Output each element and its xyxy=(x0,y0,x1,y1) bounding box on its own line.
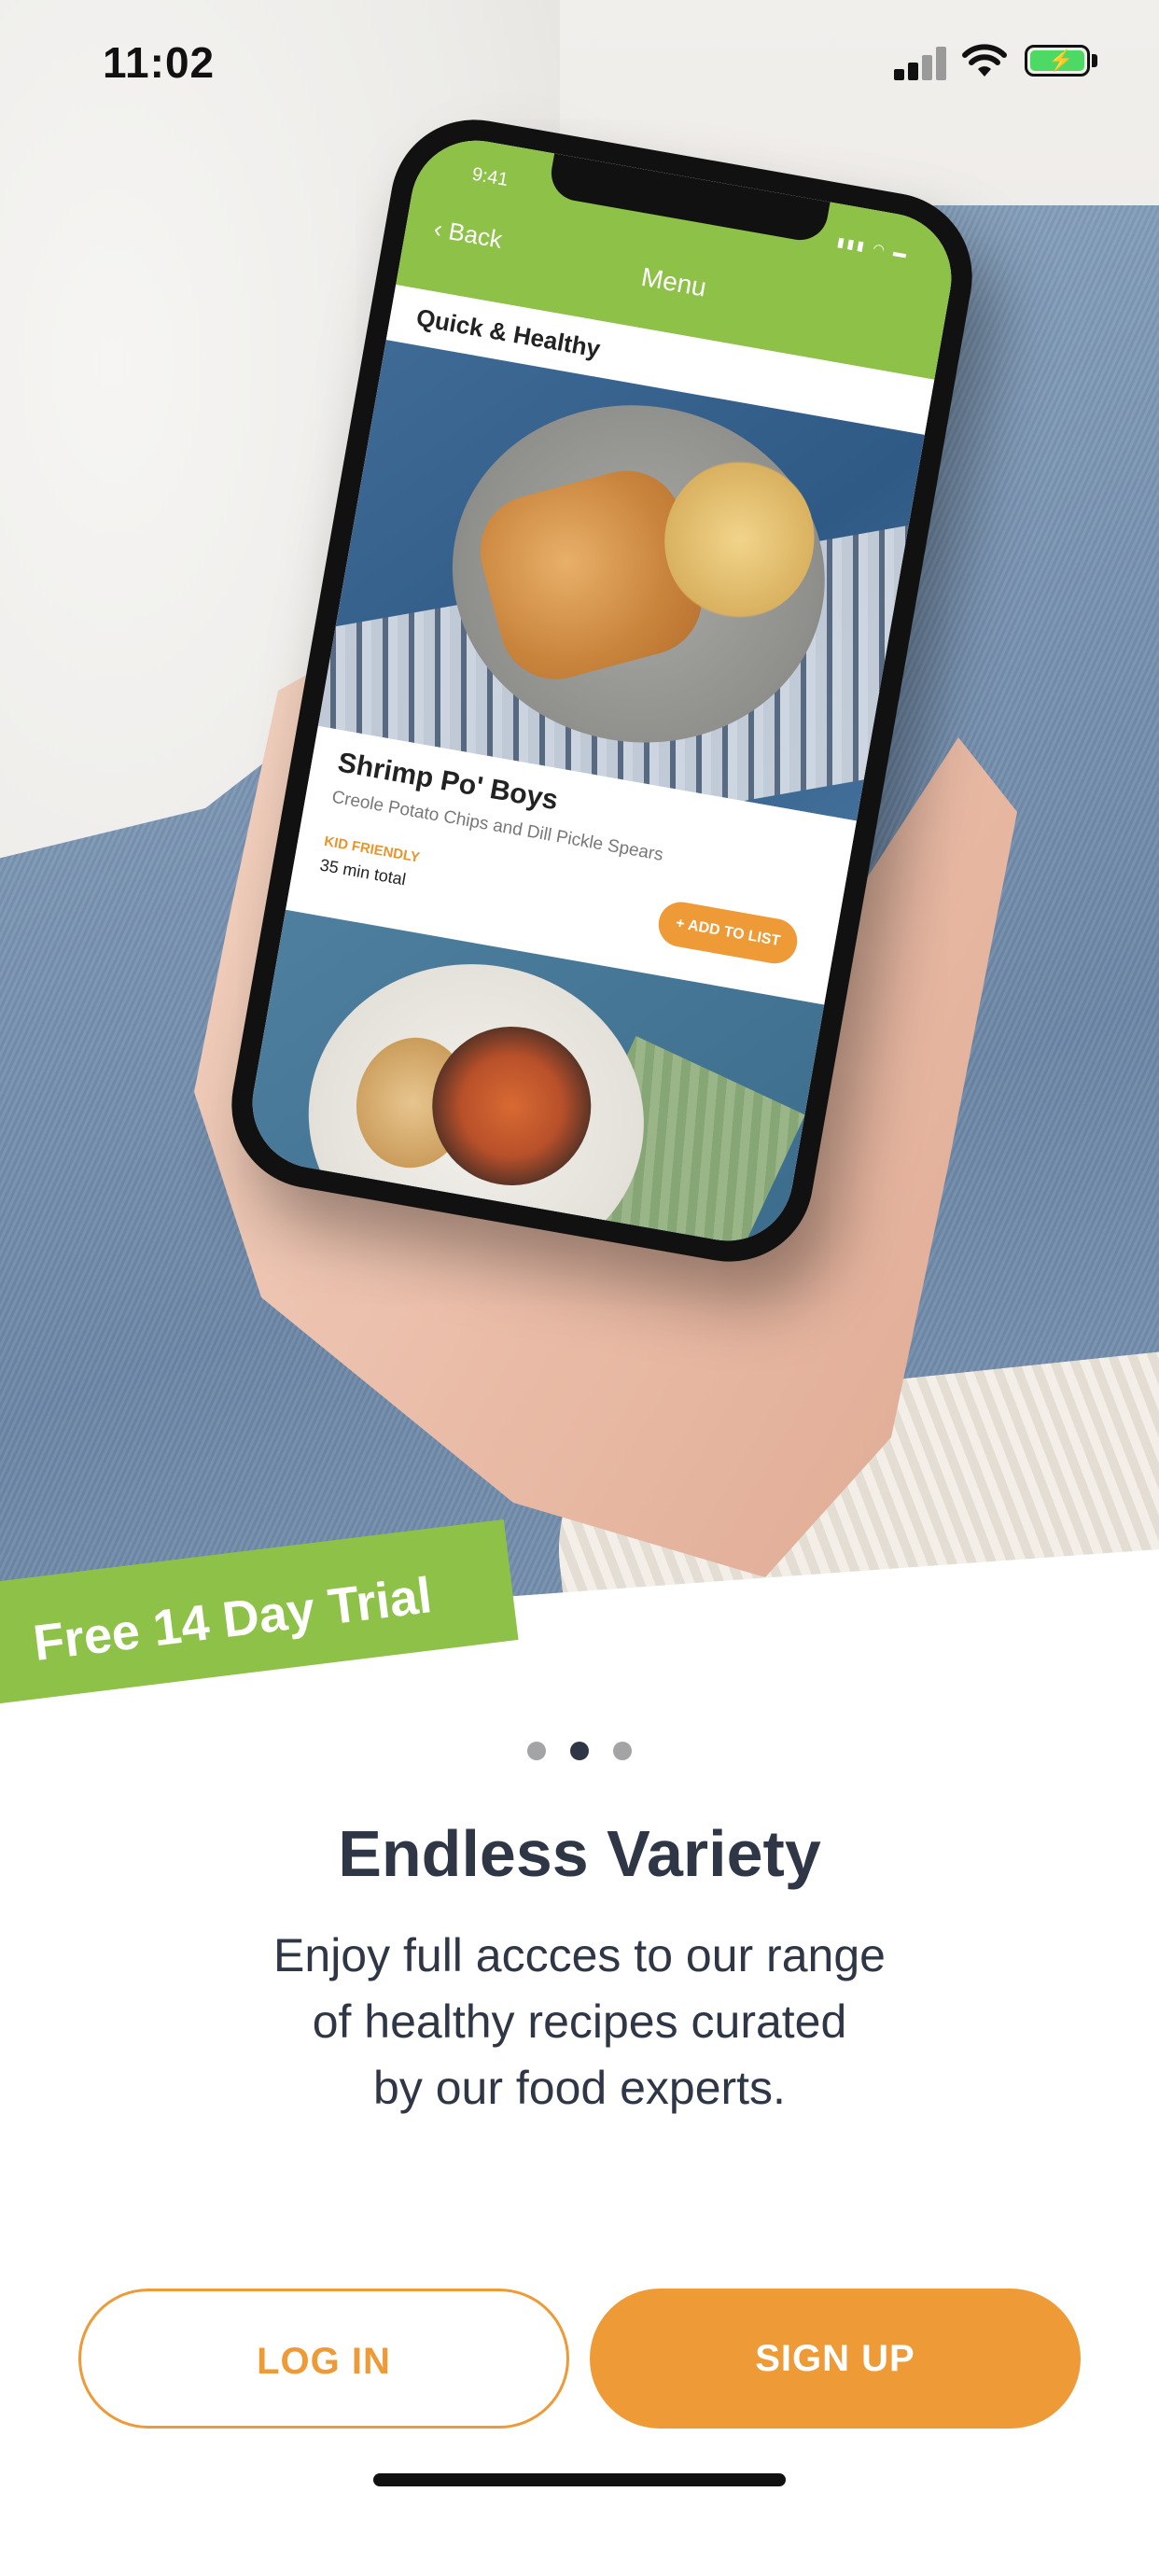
login-button[interactable]: LOG IN xyxy=(78,2289,569,2429)
mock-time: 9:41 xyxy=(470,163,510,191)
hero-photo: 9:41 ▮▮▮ ◠ ▬ ‹ Back Menu Quick & Healthy… xyxy=(0,0,1159,1643)
description: Enjoy full accces to our range of health… xyxy=(149,1923,1010,2121)
signup-button[interactable]: SIGN UP xyxy=(590,2289,1081,2429)
battery-cap xyxy=(1092,54,1097,67)
description-line-3: by our food experts. xyxy=(373,2062,786,2114)
home-indicator[interactable] xyxy=(373,2473,786,2486)
status-bar: 11:02 ⚡ xyxy=(0,0,1159,121)
status-time: 11:02 xyxy=(103,38,216,87)
signal-icon xyxy=(894,47,948,80)
page-dot-3[interactable] xyxy=(613,1742,632,1760)
mock-status-icons: ▮▮▮ ◠ ▬ xyxy=(835,233,911,261)
trial-ribbon-text: Free 14 Day Trial xyxy=(30,1567,435,1672)
page-indicator xyxy=(0,1742,1159,1764)
description-line-1: Enjoy full accces to our range xyxy=(273,1929,886,1981)
page-dot-2-active[interactable] xyxy=(570,1742,589,1760)
wifi-icon xyxy=(962,44,1007,77)
description-line-2: of healthy recipes curated xyxy=(312,1995,847,2048)
mock-add-to-list-button: + ADD TO LIST xyxy=(654,898,802,968)
page-title: Endless Variety xyxy=(338,1817,821,1890)
battery-charging-icon: ⚡ xyxy=(1025,45,1090,77)
page-dot-1[interactable] xyxy=(527,1742,546,1760)
